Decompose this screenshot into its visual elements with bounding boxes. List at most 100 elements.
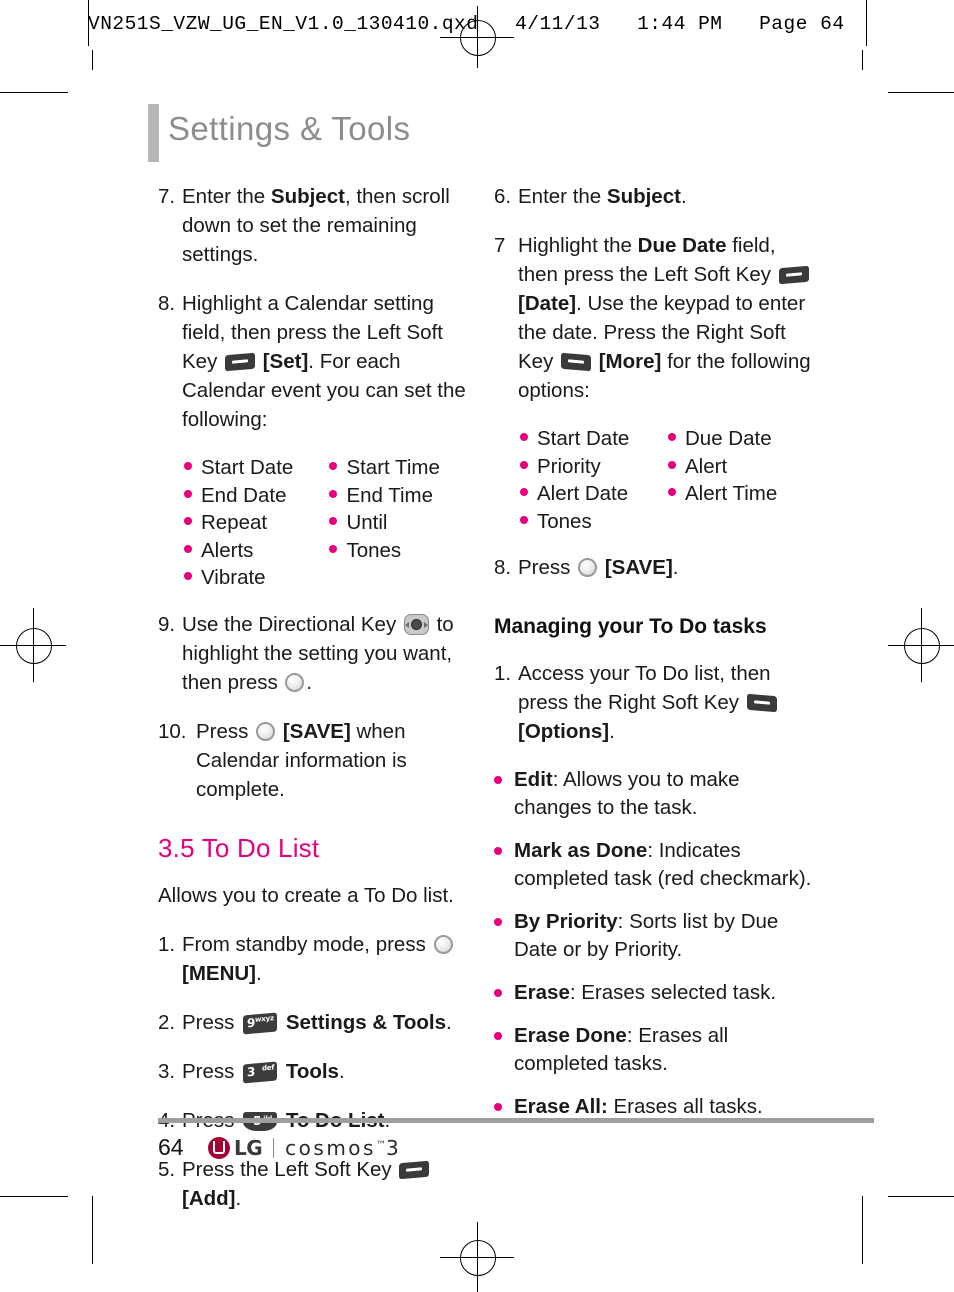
- bullet-dot-icon: [184, 544, 192, 553]
- list-item: Due Date: [668, 425, 816, 453]
- step-text-part: Press: [182, 1059, 241, 1083]
- list-item: By Priority: Sorts list by Due Date or b…: [494, 908, 816, 964]
- step-2-todo: 2. Press 9 wxyz Settings & Tools.: [158, 1008, 476, 1037]
- step-8-right: 8. Press [SAVE].: [494, 553, 816, 582]
- page-title: Settings & Tools: [168, 110, 411, 147]
- bullet-dot-icon: [329, 517, 338, 525]
- list-item: Alert: [668, 453, 816, 481]
- bullet-dot-icon: [184, 462, 192, 470]
- list-item-text: Edit: Allows you to make changes to the …: [514, 766, 816, 822]
- list-item-label: Until: [346, 511, 388, 534]
- step-text: Use the Directional Key to highlight the…: [182, 610, 476, 697]
- bullet-dot-icon: [329, 544, 338, 553]
- bullet-dot-icon: [668, 433, 676, 441]
- step-text-bold: Due Date: [637, 234, 727, 257]
- step-9-left: 9. Use the Directional Key to highlight …: [158, 610, 476, 697]
- step-text: From standby mode, press [MENU].: [182, 930, 476, 988]
- list-item: Tones: [329, 537, 476, 565]
- step-number: 6.: [494, 185, 512, 208]
- step-text-part: .: [446, 1010, 452, 1034]
- step-text-bold: [SAVE]: [282, 719, 351, 743]
- step-text: Press the Left Soft Key [Add].: [182, 1155, 476, 1213]
- step-10-left: 10. Press [SAVE] when Calendar informati…: [158, 717, 476, 804]
- bullet-dot-icon: [668, 460, 676, 469]
- bullet-dot-icon: [184, 489, 192, 498]
- trademark-symbol: ™: [375, 1140, 386, 1151]
- left-soft-key-icon: [399, 1160, 430, 1179]
- product-name-label: cosmos™3: [285, 1136, 401, 1160]
- list-item-label: Due Date: [685, 427, 772, 450]
- step-text-part: Enter the: [182, 185, 271, 208]
- list-item: End Time: [329, 482, 476, 510]
- step-text: Access your To Do list, then press the R…: [518, 659, 816, 746]
- option-term: By Priority: [514, 910, 618, 933]
- list-item-label: Tones: [346, 538, 402, 562]
- step-number: 10.: [158, 719, 187, 743]
- step-text: Press [SAVE] when Calendar information i…: [196, 717, 476, 804]
- list-item-label: Start Time: [346, 456, 440, 479]
- left-soft-key-icon: [225, 352, 256, 372]
- left-soft-key-icon: [778, 265, 809, 285]
- option-desc: Erases all tasks.: [607, 1095, 763, 1118]
- step-text-part: .: [256, 961, 262, 985]
- step-text: Press [SAVE].: [518, 553, 816, 582]
- bullet-dot-icon: [494, 776, 502, 784]
- footer-divider: [273, 1138, 275, 1158]
- step-number: 1.: [494, 662, 512, 685]
- step-7-left: 7. Enter the Subject, then scroll down t…: [158, 182, 476, 269]
- list-item-text: Mark as Done: Indicates completed task (…: [514, 837, 816, 893]
- step-text-bold: Settings & Tools: [285, 1010, 447, 1034]
- step-text-part: .: [235, 1186, 242, 1210]
- step-number: 1.: [158, 932, 176, 956]
- list-item-label: Start Date: [201, 456, 294, 479]
- bullet-dot-icon: [494, 989, 502, 997]
- list-item-label: Alert Date: [537, 482, 629, 505]
- subsection-heading-managing-tasks: Managing your To Do tasks: [494, 615, 767, 638]
- list-item-label: Tones: [537, 509, 592, 533]
- footer-rule: [158, 1118, 874, 1123]
- list-item: End Date: [184, 482, 329, 510]
- list-item: Until: [329, 509, 476, 537]
- step-text-part: .: [609, 720, 615, 743]
- bullet-dot-icon: [329, 462, 338, 470]
- managing-options-list: Edit: Allows you to make changes to the …: [494, 766, 816, 1121]
- list-item: Mark as Done: Indicates completed task (…: [494, 837, 816, 893]
- list-item-label: End Time: [346, 483, 434, 507]
- list-item-text: Erase Done: Erases all completed tasks.: [514, 1022, 816, 1078]
- step-text-part: Press: [518, 556, 577, 579]
- right-soft-key-icon: [746, 693, 777, 713]
- bullet-dot-icon: [329, 489, 338, 498]
- product-version-number: 3: [385, 1136, 402, 1160]
- list-item-empty: [668, 508, 816, 536]
- step-3-todo: 3. Press 3 def Tools.: [158, 1057, 476, 1086]
- bullet-dot-icon: [494, 1103, 502, 1111]
- product-name-text: cosmos: [285, 1136, 376, 1160]
- step-text: Highlight the Due Date field, then press…: [518, 231, 816, 405]
- list-item-text: Erase: Erases selected task.: [514, 979, 816, 1007]
- step-text: Press 3 def Tools.: [182, 1057, 476, 1086]
- step-text-bold: [More]: [598, 350, 662, 373]
- step-number: 7.: [158, 185, 176, 208]
- section-heading-3-5: 3.5 To Do List: [158, 832, 320, 863]
- ok-key-icon: [256, 721, 276, 741]
- list-item: Vibrate: [184, 564, 329, 592]
- list-item: Priority: [520, 453, 668, 481]
- ok-key-icon: [285, 672, 305, 692]
- ok-key-icon: [578, 558, 598, 577]
- document-page: VN251S_VZW_UG_EN_V1.0_130410.qxd 4/11/13…: [0, 0, 954, 1292]
- footer-branding: LG cosmos™3: [208, 1134, 401, 1162]
- step-text: Enter the Subject, then scroll down to s…: [182, 182, 476, 269]
- bullet-dot-icon: [520, 433, 528, 441]
- step-number: 3.: [158, 1059, 176, 1083]
- step-text-part: .: [306, 670, 313, 694]
- keypad-key-3-icon: 3 def: [243, 1061, 278, 1083]
- step-text-part: Enter the: [518, 185, 607, 208]
- option-term: Edit: [514, 768, 553, 791]
- step-1-todo: 1. From standby mode, press [MENU].: [158, 930, 476, 988]
- step-text-bold: [Set]: [262, 350, 309, 373]
- lg-brand-label: LG: [234, 1136, 263, 1160]
- option-term: Erase: [514, 981, 570, 1004]
- bullet-dot-icon: [184, 517, 192, 525]
- step-text-bold: Subject: [270, 185, 345, 208]
- bullet-dot-icon: [668, 488, 676, 496]
